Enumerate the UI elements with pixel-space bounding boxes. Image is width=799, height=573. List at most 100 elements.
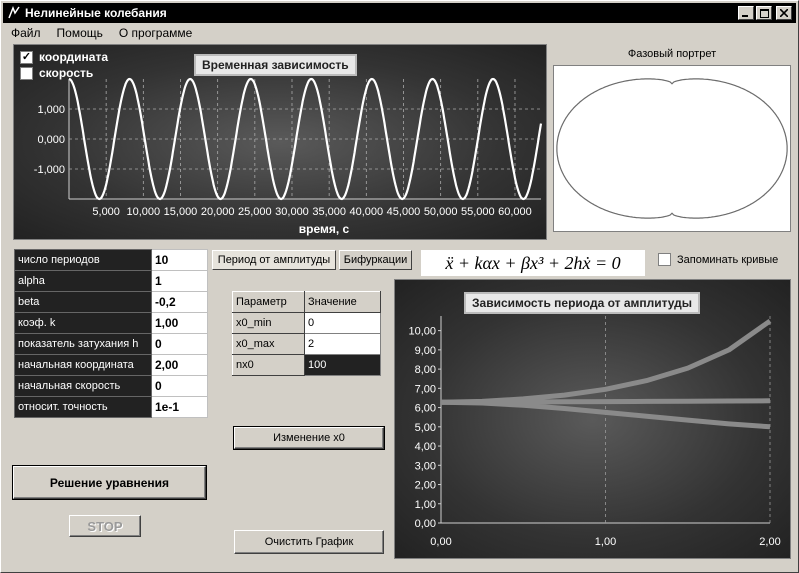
x-tick-label: 55,000 <box>461 206 495 218</box>
remember-curves-box[interactable] <box>658 253 671 266</box>
period-chart-title: Зависимость периода от амплитуды <box>464 292 701 314</box>
param-row: начальная координата 2,00 <box>14 354 208 376</box>
y-tick-label: -1,000 <box>34 164 65 176</box>
y-tick-label: 9,00 <box>415 345 436 357</box>
x-tick-label: 35,000 <box>312 206 346 218</box>
x-tick-label: 10,000 <box>127 206 161 218</box>
maximize-button[interactable] <box>756 6 772 20</box>
param-row: beta -0,2 <box>14 291 208 313</box>
remember-curves-checkbox[interactable]: Запоминать кривые <box>658 253 778 266</box>
period-series-line <box>440 318 772 405</box>
period-chart-panel: 0,00 1,00 2,00 3,00 4,00 5,00 6,00 7,00 8,00 9,00… <box>394 279 791 559</box>
x-tick-label: 1,00 <box>595 536 616 548</box>
settings-param-cell: x0_min <box>232 312 305 334</box>
period-chart: 0,00 1,00 2,00 3,00 4,00 5,00 6,00 7,00 8,00 9,00… <box>408 316 781 548</box>
checkbox-coordinate-label: координата <box>39 50 109 64</box>
x-axis-label: время, с <box>299 222 350 236</box>
x-tick-label: 25,000 <box>238 206 272 218</box>
checkbox-coordinate[interactable]: ✓ <box>20 50 33 64</box>
y-tick-label: 7,00 <box>415 383 436 395</box>
app-icon <box>8 6 20 19</box>
tab-bifurcations[interactable]: Бифуркации <box>339 250 412 270</box>
clear-chart-button[interactable]: Очистить График <box>234 530 384 554</box>
x-tick-label: 5,000 <box>92 206 120 218</box>
y-tick-label: 10,00 <box>408 326 436 338</box>
param-value-input[interactable]: 1e-1 <box>151 396 208 418</box>
y-tick-label: 0,000 <box>37 134 65 146</box>
menu-bar: Файл Помощь О программе <box>3 24 200 42</box>
settings-value-cell[interactable]: 100 <box>304 354 381 376</box>
x-tick-label: 60,000 <box>498 206 532 218</box>
phase-chart <box>556 78 788 219</box>
parameters-table: число периодов 10 alpha 1 beta -0,2 коэф. k 1,0… <box>14 249 208 418</box>
title-bar[interactable]: Нелинейные колебания <box>3 3 796 23</box>
settings-value-cell[interactable]: 2 <box>304 333 381 355</box>
time-chart-panel: 1,000 0,000 -1,000 5,000 10,000 15,000 20,000 2… <box>13 44 547 240</box>
phase-chart-panel <box>553 65 791 232</box>
settings-grid: Параметр Значение x0_min 0 x0_max 2 nx0 … <box>232 291 381 376</box>
param-row: число периодов 10 <box>14 249 208 271</box>
param-row: начальная скорость 0 <box>14 375 208 397</box>
x-tick-label: 30,000 <box>275 206 309 218</box>
menu-help[interactable]: Помощь <box>49 24 111 42</box>
change-x0-button[interactable]: Изменение x0 <box>233 426 385 450</box>
minimize-icon <box>742 15 748 17</box>
param-value-input[interactable]: -0,2 <box>151 291 208 313</box>
checkbox-coordinate-row[interactable]: ✓ координата <box>20 50 108 64</box>
param-value-input[interactable]: 10 <box>151 249 208 271</box>
main-window: Нелинейные колебания Файл Помощь О прогр… <box>0 0 799 573</box>
settings-header-row: Параметр Значение <box>232 291 381 313</box>
param-value-input[interactable]: 0 <box>151 333 208 355</box>
settings-header-value: Значение <box>304 291 381 313</box>
close-icon <box>780 9 788 17</box>
x-tick-label: 0,00 <box>430 536 451 548</box>
y-tick-label: 6,00 <box>415 403 436 415</box>
maximize-icon <box>759 8 769 18</box>
param-value-input[interactable]: 0 <box>151 375 208 397</box>
y-tick-label: 4,00 <box>415 441 436 453</box>
param-label: число периодов <box>14 249 152 271</box>
settings-param-cell: nx0 <box>232 354 305 376</box>
y-tick-label: 0,00 <box>415 518 436 530</box>
period-series-line <box>440 399 771 430</box>
checkbox-speed-label: скорость <box>39 66 94 80</box>
phase-chart-title: Фазовый портрет <box>627 48 717 60</box>
settings-row: x0_min 0 <box>232 312 381 334</box>
checkbox-speed[interactable] <box>20 66 33 80</box>
y-tick-label: 3,00 <box>415 460 436 472</box>
minimize-button[interactable] <box>738 6 754 20</box>
settings-param-cell: x0_max <box>232 333 305 355</box>
y-tick-label: 1,000 <box>37 104 65 116</box>
param-value-input[interactable]: 1 <box>151 270 208 292</box>
stop-button[interactable]: STOP <box>69 515 141 537</box>
menu-about[interactable]: О программе <box>111 24 200 42</box>
y-tick-label: 5,00 <box>415 422 436 434</box>
phase-orbit-line <box>556 78 788 219</box>
x-tick-label: 20,000 <box>201 206 235 218</box>
param-label: относит. точность <box>14 396 152 418</box>
y-tick-label: 1,00 <box>415 499 436 511</box>
param-label: коэф. k <box>14 312 152 334</box>
time-chart-title: Временная зависимость <box>194 54 357 76</box>
equation-display: ẍ + kαx + βx³ + 2hẋ = 0 <box>421 250 645 276</box>
settings-value-cell[interactable]: 0 <box>304 312 381 334</box>
y-tick-label: 8,00 <box>415 364 436 376</box>
param-row: показатель затухания h0 <box>14 333 208 355</box>
param-label: показатель затухания h <box>14 333 152 355</box>
settings-row: x0_max 2 <box>232 333 381 355</box>
param-row: alpha 1 <box>14 270 208 292</box>
param-value-input[interactable]: 1,00 <box>151 312 208 334</box>
param-label: alpha <box>14 270 152 292</box>
menu-file[interactable]: Файл <box>3 24 49 42</box>
x-tick-label: 40,000 <box>349 206 383 218</box>
y-tick-label: 2,00 <box>415 480 436 492</box>
solve-equation-button[interactable]: Решение уравнения <box>12 465 207 500</box>
x-tick-label: 45,000 <box>387 206 421 218</box>
close-button[interactable] <box>776 6 792 20</box>
param-value-input[interactable]: 2,00 <box>151 354 208 376</box>
tab-period-amplitude[interactable]: Период от амплитуды <box>212 250 336 270</box>
window-title: Нелинейные колебания <box>25 6 167 20</box>
x-tick-label: 50,000 <box>424 206 458 218</box>
settings-header-param: Параметр <box>232 291 305 313</box>
checkbox-speed-row[interactable]: скорость <box>20 66 93 80</box>
